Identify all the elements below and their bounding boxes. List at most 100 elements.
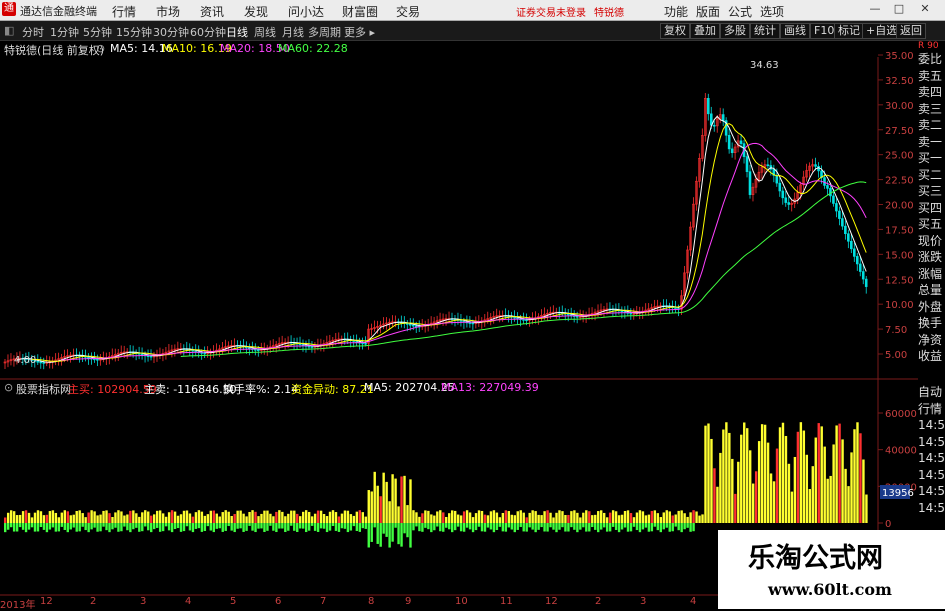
menu-formula[interactable]: 公式: [728, 3, 752, 20]
menu-layout[interactable]: 版面: [696, 3, 720, 20]
side-upper-item[interactable]: 净资: [918, 332, 945, 349]
outflow-bar: [224, 523, 227, 531]
side-upper-item[interactable]: 卖一: [918, 134, 945, 151]
draw-line-button[interactable]: 画线: [780, 23, 810, 39]
period-timeshare[interactable]: 分时: [22, 24, 44, 40]
side-upper-item[interactable]: 卖四: [918, 84, 945, 101]
side-lower-item[interactable]: 14:5: [918, 417, 945, 434]
period-monthly[interactable]: 月线: [282, 24, 304, 40]
menu-options[interactable]: 选项: [760, 3, 784, 20]
outflow-bar: [111, 523, 114, 530]
side-upper-item[interactable]: 买三: [918, 183, 945, 200]
volume-bar: [692, 510, 695, 523]
period-weekly[interactable]: 周线: [254, 24, 276, 40]
side-upper-item[interactable]: 买四: [918, 200, 945, 217]
menu-quotes[interactable]: 行情: [112, 3, 136, 20]
candle-body: [674, 307, 677, 309]
volume-bar: [781, 422, 785, 523]
menu-functions[interactable]: 功能: [664, 3, 688, 20]
side-upper-item[interactable]: 卖二: [918, 117, 945, 134]
side-upper-item[interactable]: 委比: [918, 51, 945, 68]
period-30min[interactable]: 30分钟: [153, 24, 189, 40]
side-upper-item[interactable]: 买二: [918, 167, 945, 184]
candle-body: [525, 319, 528, 322]
period-1min[interactable]: 1分钟: [50, 24, 79, 40]
menu-market[interactable]: 市场: [156, 3, 180, 20]
outflow-bar: [352, 523, 356, 527]
side-lower-item[interactable]: 14:5: [918, 483, 945, 500]
volume-bar: [641, 511, 645, 523]
outflow-bar: [564, 523, 567, 532]
volume-bar: [495, 512, 499, 523]
period-daily[interactable]: 日线: [226, 24, 248, 40]
outflow-bar: [382, 523, 385, 534]
menu-news[interactable]: 资讯: [200, 3, 224, 20]
side-upper-item[interactable]: 外盘: [918, 299, 945, 316]
date-label: 3: [140, 596, 147, 607]
login-status[interactable]: 证券交易未登录: [516, 4, 586, 19]
back-button[interactable]: 返回: [896, 23, 926, 39]
side-upper-item[interactable]: 卖三: [918, 101, 945, 118]
outflow-bar: [597, 523, 600, 533]
period-60min[interactable]: 60分钟: [190, 24, 226, 40]
close-button[interactable]: ✕: [918, 2, 932, 16]
outflow-bar: [254, 523, 257, 533]
outflow-bar: [656, 523, 660, 531]
side-upper-item[interactable]: 涨幅: [918, 266, 945, 283]
menu-wealth[interactable]: 财富圈: [342, 3, 378, 20]
period-5min[interactable]: 5分钟: [83, 24, 112, 40]
volume-tick-label: 60000: [885, 409, 917, 420]
side-upper-item[interactable]: 卖五: [918, 68, 945, 85]
volume-bar: [233, 514, 236, 523]
period-more[interactable]: 更多 ▸: [344, 24, 375, 40]
volume-bar: [72, 514, 75, 523]
outflow-bar: [680, 523, 683, 533]
period-multi[interactable]: 多周期: [308, 24, 341, 40]
outflow-bar: [394, 523, 397, 528]
volume-bar: [409, 479, 412, 523]
volume-bar: [635, 512, 639, 523]
outflow-bar: [307, 523, 311, 531]
date-label: 4: [690, 596, 697, 607]
outflow-bar: [281, 523, 284, 529]
side-lower-item[interactable]: 14:5: [918, 450, 945, 467]
side-upper-item[interactable]: 现价: [918, 233, 945, 250]
menu-discover[interactable]: 发现: [244, 3, 268, 20]
outflow-bar: [179, 523, 183, 532]
menu-ask[interactable]: 问小达: [288, 3, 324, 20]
volume-bar: [453, 510, 457, 523]
side-upper-item[interactable]: 买五: [918, 216, 945, 233]
multi-stock-button[interactable]: 多股: [720, 23, 750, 39]
side-upper-item[interactable]: 收益: [918, 348, 945, 365]
volume-bar: [451, 510, 454, 523]
collapse-icon[interactable]: ◧: [4, 24, 14, 37]
price-tick-label: 7.50: [885, 325, 907, 336]
volume-bar: [677, 510, 680, 523]
outflow-bar: [42, 523, 46, 530]
side-lower-item[interactable]: 14:5: [918, 467, 945, 484]
side-upper-item[interactable]: 总量: [918, 282, 945, 299]
outflow-bar: [4, 523, 7, 533]
overlay-button[interactable]: 叠加: [690, 23, 720, 39]
side-upper-item[interactable]: 换手: [918, 315, 945, 332]
mark-button[interactable]: 标记: [834, 23, 864, 39]
side-lower-item[interactable]: 行情: [918, 401, 945, 418]
watermark-title: 乐淘公式网: [748, 543, 883, 574]
volume-bar: [81, 513, 84, 523]
side-lower-item[interactable]: 14:5: [918, 434, 945, 451]
side-upper-item[interactable]: 涨跌: [918, 249, 945, 266]
volume-bar: [206, 514, 210, 523]
volume-bar: [796, 431, 800, 523]
chart-canvas[interactable]: 35.00 32.50 30.00 27.50 25.00 22.50 20.00 17.50…: [0, 41, 918, 596]
volume-bar: [51, 510, 55, 523]
statistics-button[interactable]: 统计: [750, 23, 780, 39]
maximize-button[interactable]: □: [892, 2, 906, 16]
minimize-button[interactable]: —: [868, 2, 882, 16]
outflow-bar: [442, 523, 445, 532]
side-lower-item[interactable]: 14:5: [918, 500, 945, 517]
adjust-button[interactable]: 复权: [660, 23, 690, 39]
side-lower-item[interactable]: 自动: [918, 384, 945, 401]
period-15min[interactable]: 15分钟: [116, 24, 152, 40]
side-upper-item[interactable]: 买一: [918, 150, 945, 167]
menu-trade[interactable]: 交易: [396, 3, 420, 20]
